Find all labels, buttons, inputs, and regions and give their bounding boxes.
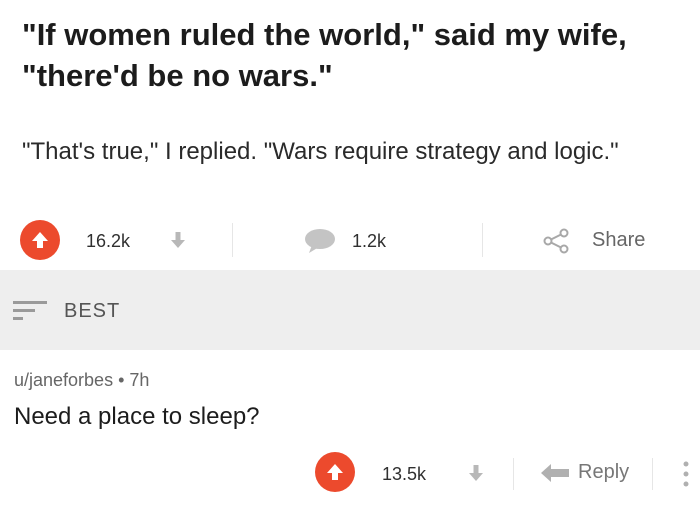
reply-button-label[interactable]: Reply: [578, 461, 629, 484]
arrow-up-icon: [32, 232, 48, 248]
comment-vote-count: 13.5k: [382, 464, 427, 484]
share-icon[interactable]: [542, 228, 570, 254]
divider: [232, 223, 233, 257]
divider: [482, 223, 483, 257]
comment-upvote-button[interactable]: [315, 452, 355, 492]
meta-separator: •: [118, 370, 125, 390]
comment-author[interactable]: u/janeforbes: [14, 370, 113, 390]
comment-meta: u/janeforbes • 7h: [14, 370, 149, 391]
comment-age: 7h: [129, 370, 150, 390]
post-vote-count: 16.2k: [86, 231, 131, 251]
post-downvote-button[interactable]: [170, 230, 186, 250]
comment-text: Need a place to sleep?: [14, 403, 260, 430]
share-button-label[interactable]: Share: [592, 229, 645, 252]
post-card: "If women ruled the world," said my wife…: [0, 0, 700, 270]
sort-icon: [13, 301, 47, 320]
post-title: "If women ruled the world," said my wife…: [22, 17, 627, 93]
reply-arrow-icon[interactable]: [541, 462, 571, 484]
post-body: "That's true," I replied. "Wars require …: [22, 138, 619, 165]
post-upvote-button[interactable]: [20, 220, 60, 260]
comment-downvote-button[interactable]: [468, 463, 484, 483]
divider: [513, 458, 514, 490]
more-options-icon[interactable]: [682, 459, 690, 489]
sort-label[interactable]: BEST: [64, 300, 120, 323]
post-comment-count: 1.2k: [352, 231, 387, 251]
arrow-up-icon: [327, 464, 343, 480]
divider: [652, 458, 653, 490]
comment-bubble-icon[interactable]: [303, 227, 337, 255]
